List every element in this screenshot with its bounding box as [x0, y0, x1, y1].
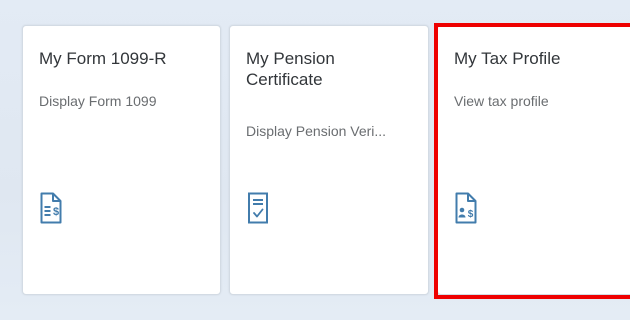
tax-form-dollar-icon: $ [39, 191, 63, 225]
tile-title: My Pension Certificate [246, 49, 335, 89]
tile-title: My Form 1099-R [39, 49, 167, 68]
tile-my-tax-profile[interactable]: My Tax Profile View tax profile $ [437, 25, 630, 295]
tax-profile-person-dollar-icon: $ [454, 191, 478, 225]
tile-subtitle: Display Pension Veri... [246, 123, 387, 139]
tile-subtitle: Display Form 1099 [39, 93, 157, 109]
certificate-check-icon [246, 191, 270, 225]
svg-text:$: $ [53, 206, 59, 218]
tile-my-pension-certificate[interactable]: My Pension Certificate Display Pension V… [229, 25, 429, 295]
tile-title: My Tax Profile [454, 49, 561, 68]
tile-subtitle: View tax profile [454, 93, 549, 109]
tile-my-form-1099-r[interactable]: My Form 1099-R Display Form 1099 $ [22, 25, 221, 295]
svg-text:$: $ [468, 209, 474, 220]
